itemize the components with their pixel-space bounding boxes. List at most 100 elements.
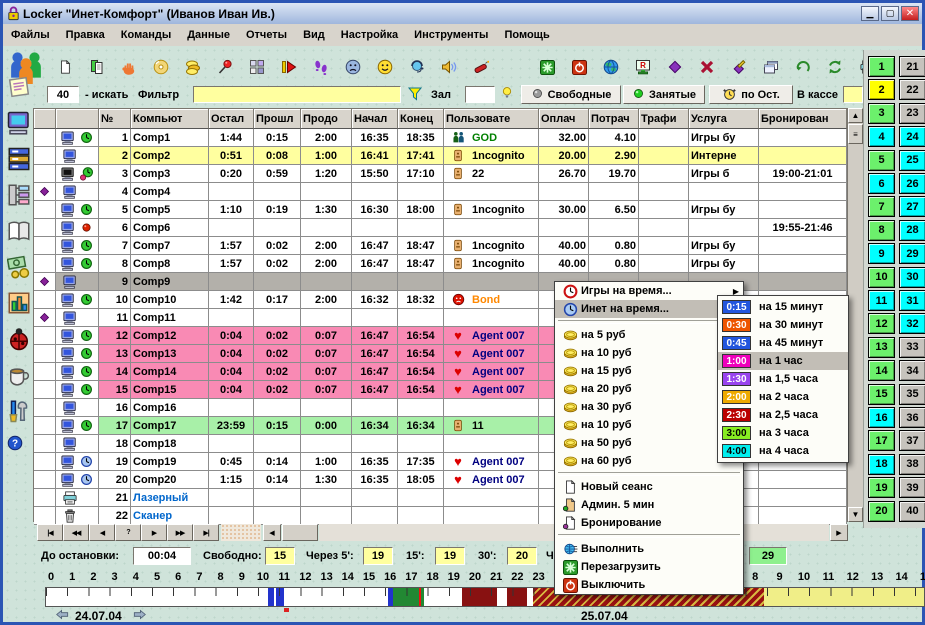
menu-item-money[interactable]: на 50 руб [555, 434, 743, 452]
submenu-item[interactable]: 1:00на 1 час [718, 352, 848, 370]
sidebar-flowchart-icon[interactable] [7, 183, 33, 209]
col-header[interactable]: Бронирован [759, 109, 847, 129]
scroll-up-icon[interactable]: ▲ [848, 108, 863, 123]
menubar-item-Отчеты[interactable]: Отчеты [238, 26, 295, 44]
computer-button-38[interactable]: 38 [899, 454, 925, 475]
computer-button-3[interactable]: 3 [868, 103, 895, 124]
toolbar-sad-face-icon[interactable] [341, 55, 365, 79]
h-scroll-right-icon[interactable]: ▶ [830, 524, 848, 541]
computer-button-15[interactable]: 15 [868, 384, 895, 405]
menu-item-power[interactable]: Выключить [555, 576, 743, 594]
menubar-item-Данные[interactable]: Данные [179, 26, 238, 44]
maximize-button[interactable]: ▢ [881, 6, 899, 21]
busy-filter-button[interactable]: Занятые [623, 85, 705, 104]
computer-button-8[interactable]: 8 [868, 220, 895, 241]
computer-button-36[interactable]: 36 [899, 407, 925, 428]
hall-input[interactable] [465, 86, 495, 103]
computer-button-19[interactable]: 19 [868, 477, 895, 498]
filter-input[interactable] [193, 86, 401, 103]
by-rest-button[interactable]: по Ост. [709, 85, 793, 104]
computer-button-16[interactable]: 16 [868, 407, 895, 428]
toolbar-copy-document-icon[interactable] [85, 55, 109, 79]
toolbar-edit-diamond-icon[interactable] [727, 55, 751, 79]
menubar-item-Помощь[interactable]: Помощь [496, 26, 557, 44]
computer-button-7[interactable]: 7 [868, 196, 895, 217]
sidebar-computer-icon[interactable] [7, 111, 33, 137]
computer-button-27[interactable]: 27 [899, 196, 925, 217]
menu-item-money[interactable]: на 20 руб [555, 380, 743, 398]
minimize-button[interactable]: ▁ [861, 6, 879, 21]
col-header[interactable]: Начал [352, 109, 398, 129]
menubar-item-Правка[interactable]: Правка [58, 26, 113, 44]
nav-button[interactable]: ◀◀ [63, 524, 89, 541]
sidebar-money-icon[interactable] [7, 255, 33, 281]
table-row[interactable]: 7Comp71:570:022:0016:4718:471ncognito40.… [34, 237, 847, 255]
menu-item[interactable]: Игры на время...▶ [555, 282, 743, 300]
computer-button-35[interactable]: 35 [899, 384, 925, 405]
toolbar-window-copy-icon[interactable] [759, 55, 783, 79]
menu-item-session[interactable]: Бронирование [555, 514, 743, 532]
menubar-item-Инструменты[interactable]: Инструменты [406, 26, 496, 44]
col-header[interactable]: Продо [301, 109, 352, 129]
search-count-input[interactable]: 40 [47, 86, 79, 103]
lamp-icon[interactable] [500, 86, 514, 103]
sidebar-coffee-icon[interactable] [7, 363, 33, 389]
toolbar-undo-icon[interactable] [791, 55, 815, 79]
computer-button-40[interactable]: 40 [899, 501, 925, 522]
menu-item-money[interactable]: на 5 руб [555, 326, 743, 344]
sidebar-tools-icon[interactable] [7, 399, 33, 425]
toolbar-cd-disc-icon[interactable] [149, 55, 173, 79]
submenu-item[interactable]: 4:00на 4 часа [718, 442, 848, 460]
computer-button-12[interactable]: 12 [868, 313, 895, 334]
computer-button-28[interactable]: 28 [899, 220, 925, 241]
toolbar-power-red-icon[interactable] [567, 55, 591, 79]
col-header[interactable]: Трафи [639, 109, 689, 129]
next-day-icon[interactable] [133, 608, 147, 624]
toolbar-pin-icon[interactable] [213, 55, 237, 79]
computer-button-22[interactable]: 22 [899, 79, 925, 100]
sidebar-chart-icon[interactable] [7, 291, 33, 317]
col-header[interactable]: Конец [398, 109, 444, 129]
computer-button-9[interactable]: 9 [868, 243, 895, 264]
toolbar-diamond-purple-icon[interactable] [663, 55, 687, 79]
nav-button[interactable]: ◀ [89, 524, 115, 541]
filter-funnel-icon[interactable] [407, 86, 423, 105]
computer-button-26[interactable]: 26 [899, 173, 925, 194]
table-row[interactable]: 1Comp11:440:152:0016:3518:35GOD32.004.10… [34, 129, 847, 147]
toolbar-coins-icon[interactable] [181, 55, 205, 79]
table-row[interactable]: 6Comp619:55-21:46 [34, 219, 847, 237]
sidebar-notes-icon[interactable] [7, 75, 33, 101]
toolbar-smiley-face-icon[interactable] [373, 55, 397, 79]
table-row[interactable]: 3Comp30:200:591:2015:5017:102226.7019.70… [34, 165, 847, 183]
table-row[interactable]: 4Comp4 [34, 183, 847, 201]
close-button[interactable]: ✕ [901, 6, 919, 21]
menu-item-money[interactable]: на 60 руб [555, 452, 743, 470]
computer-button-32[interactable]: 32 [899, 313, 925, 334]
toolbar-speaker-icon[interactable] [437, 55, 461, 79]
v-scrollbar[interactable]: ▲ ≡ ▼ [848, 108, 863, 522]
timeline-bar[interactable] [45, 587, 925, 607]
menubar-item-Вид[interactable]: Вид [295, 26, 333, 44]
sidebar-server-icon[interactable] [7, 147, 33, 173]
table-row[interactable]: 2Comp20:510:081:0016:4117:411ncognito20.… [34, 147, 847, 165]
toolbar-globe-icon[interactable] [599, 55, 623, 79]
col-header[interactable] [56, 109, 99, 129]
col-header[interactable]: Услуга [689, 109, 759, 129]
col-header[interactable]: Оплач [539, 109, 589, 129]
menu-item-session[interactable]: Админ. 5 мин [555, 496, 743, 514]
computer-button-1[interactable]: 1 [868, 56, 895, 77]
cash-input[interactable] [843, 86, 863, 103]
col-header[interactable]: Остал [209, 109, 254, 129]
col-header[interactable]: № [99, 109, 131, 129]
toolbar-hand-icon[interactable] [117, 55, 141, 79]
computer-button-29[interactable]: 29 [899, 243, 925, 264]
computer-button-11[interactable]: 11 [868, 290, 895, 311]
computer-button-18[interactable]: 18 [868, 454, 895, 475]
submenu-item[interactable]: 1:30на 1,5 часа [718, 370, 848, 388]
table-row[interactable]: 8Comp81:570:022:0016:4718:471ncognito40.… [34, 255, 847, 273]
computer-button-23[interactable]: 23 [899, 103, 925, 124]
toolbar-tiles-icon[interactable] [245, 55, 269, 79]
prev-day-icon[interactable] [55, 608, 69, 624]
computer-button-4[interactable]: 4 [868, 126, 895, 147]
submenu-item[interactable]: 0:45на 45 минут [718, 334, 848, 352]
